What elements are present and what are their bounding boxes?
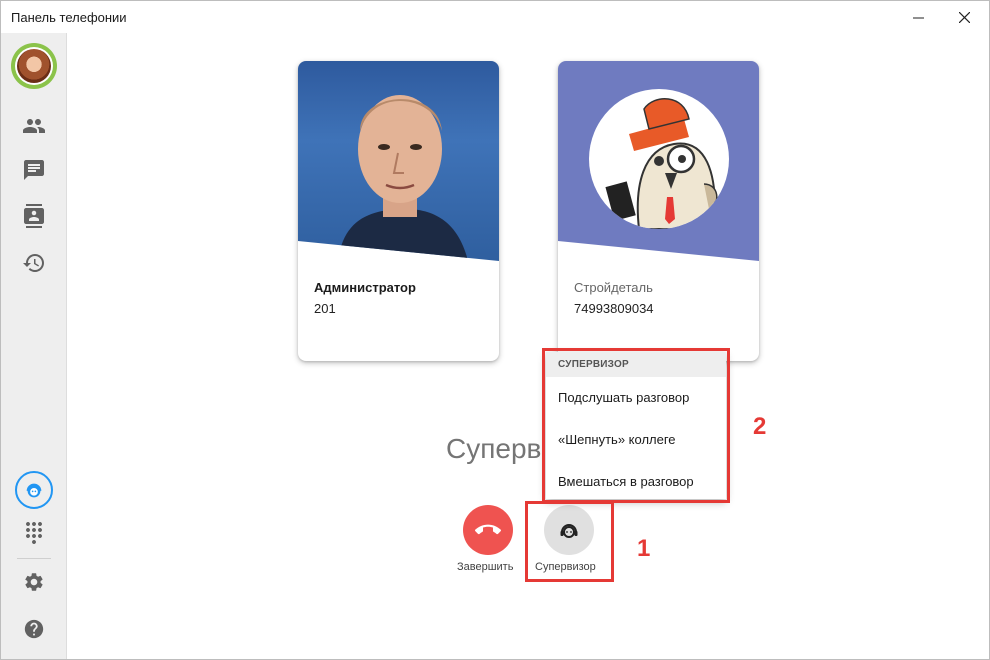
end-call-label: Завершить	[457, 561, 514, 573]
close-icon	[958, 11, 970, 23]
annotation-number-2: 2	[753, 413, 767, 440]
window-title: Панель телефонии	[11, 10, 127, 25]
contact-card-company: Стройдеталь 74993809034	[558, 61, 759, 361]
sidebar-item-dialpad[interactable]	[22, 521, 46, 545]
sidebar	[1, 33, 67, 659]
owl-mascot-icon	[605, 98, 718, 229]
people-icon	[23, 119, 45, 133]
gear-icon	[25, 573, 43, 591]
title-bar: Панель телефонии	[1, 1, 989, 33]
contact-photo	[558, 61, 759, 261]
contact-photo	[298, 61, 499, 261]
annotation-box-2	[542, 348, 730, 503]
close-button[interactable]	[941, 1, 987, 33]
contact-book-icon	[24, 204, 44, 228]
contact-card-administrator: Администратор 201	[298, 61, 499, 361]
contact-number: 74993809034	[574, 301, 654, 316]
sidebar-item-history[interactable]	[22, 251, 46, 275]
dialpad-icon	[26, 522, 42, 544]
contact-name: Администратор	[314, 280, 416, 295]
annotation-box-1	[525, 501, 614, 582]
call-status-text: Суперв	[446, 433, 542, 464]
sidebar-item-help[interactable]	[22, 617, 46, 641]
contact-name: Стройдеталь	[574, 280, 653, 295]
mascot-logo-image	[589, 89, 729, 229]
sidebar-item-chat[interactable]	[22, 158, 46, 182]
hang-up-icon	[475, 524, 501, 535]
user-avatar[interactable]	[11, 43, 57, 89]
sidebar-item-contact-book[interactable]	[22, 204, 46, 228]
chat-icon	[24, 160, 44, 180]
end-call-button[interactable]	[463, 505, 513, 555]
supervisor-agent-icon	[26, 483, 42, 498]
app-window: Панель телефонии Администратор 201 Строй…	[0, 0, 990, 660]
person-portrait-image	[338, 95, 468, 261]
sidebar-divider	[17, 558, 51, 559]
help-icon	[24, 619, 44, 639]
minimize-button[interactable]	[895, 1, 941, 33]
history-icon	[23, 254, 44, 272]
sidebar-item-settings[interactable]	[22, 570, 46, 594]
avatar-photo	[17, 49, 51, 83]
minimize-icon	[912, 17, 924, 18]
sidebar-item-supervisor[interactable]	[15, 471, 53, 509]
contact-number: 201	[314, 301, 336, 316]
annotation-number-1: 1	[637, 535, 651, 562]
sidebar-item-contacts[interactable]	[22, 114, 46, 138]
